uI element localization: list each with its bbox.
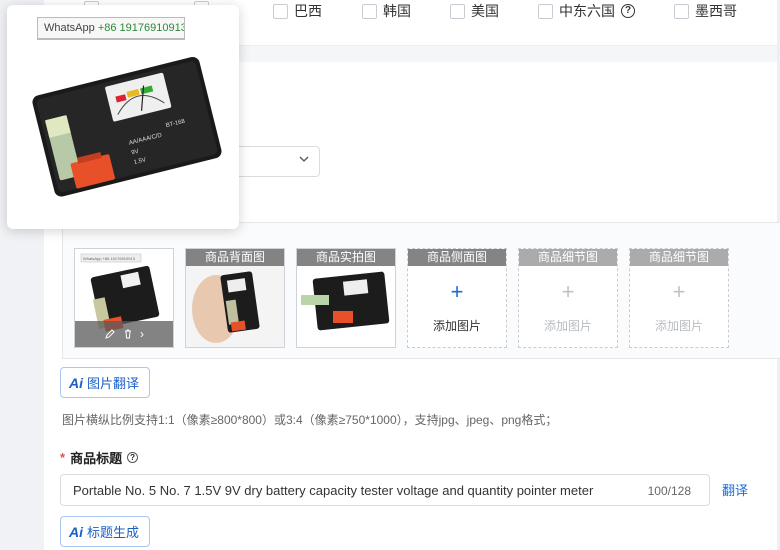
title-value[interactable]: Portable No. 5 No. 7 1.5V 9V dry battery… — [73, 483, 638, 498]
plus-icon: + — [450, 279, 464, 304]
image-preview-popup: WhatsApp +86 19176910913 BT-168 AA/AAA/C… — [7, 5, 239, 229]
plus-icon: + — [672, 279, 686, 304]
required-mark: * — [60, 450, 66, 465]
image-tile-detail-2[interactable]: 商品细节图 + 添加图片 — [629, 248, 729, 348]
char-count: 100/128 — [647, 484, 691, 498]
label-text: 商品标题 — [70, 451, 123, 466]
image-tile-side-upload[interactable]: 商品侧面图 + 添加图片 — [407, 248, 507, 348]
tile-label: 商品侧面图 — [408, 249, 506, 266]
checkbox[interactable] — [538, 3, 553, 19]
product-title-label: * 商品标题 ? — [60, 448, 139, 467]
country-label: 韩国 — [383, 3, 411, 19]
button-label: 标题生成 — [87, 525, 140, 540]
tile-label: 商品细节图 — [519, 249, 617, 266]
button-label: 图片翻译 — [87, 376, 140, 391]
chevron-down-icon — [299, 156, 309, 162]
image-translate-button[interactable]: Ai 图片翻译 — [60, 367, 151, 398]
image-controls: › — [75, 321, 173, 347]
add-image-text: 添加图片 — [432, 319, 481, 333]
country-option-middle-east[interactable]: 中东六国 ? — [538, 1, 635, 21]
country-label: 墨西哥 — [695, 3, 737, 19]
plus-icon: + — [561, 279, 575, 304]
help-icon[interactable]: ? — [127, 452, 139, 463]
title-generate-button[interactable]: Ai 标题生成 — [60, 516, 151, 547]
country-label: 巴西 — [294, 3, 322, 19]
checkbox[interactable] — [362, 3, 377, 19]
chevron-right-icon[interactable]: › — [140, 327, 144, 341]
help-icon[interactable]: ? — [621, 4, 635, 18]
ai-icon: Ai — [69, 374, 83, 391]
translate-link[interactable]: 翻译 — [722, 480, 748, 499]
add-image-text: 添加图片 — [654, 319, 703, 333]
product-image-gallery: WhatsApp +86 19176910913 › 商品背面图 商品实拍图 商… — [62, 222, 780, 359]
ai-icon: Ai — [69, 523, 83, 540]
image-tile-main[interactable]: WhatsApp +86 19176910913 › — [74, 248, 174, 348]
tile-label: 商品细节图 — [630, 249, 728, 266]
image-requirements-hint: 图片横纵比例支持1:1（像素≥800*800）或3:4（像素≥750*1000）… — [62, 413, 558, 427]
image-tile-back[interactable]: 商品背面图 — [185, 248, 285, 348]
image-tile-detail-1[interactable]: 商品细节图 + 添加图片 — [518, 248, 618, 348]
country-label: 中东六国 — [559, 3, 615, 19]
image-tile-real[interactable]: 商品实拍图 — [296, 248, 396, 348]
add-image-text: 添加图片 — [543, 319, 592, 333]
checkbox[interactable] — [674, 3, 689, 19]
svg-text:WhatsApp +86 19176910913: WhatsApp +86 19176910913 — [83, 256, 136, 261]
country-option-korea[interactable]: 韩国 — [362, 1, 411, 21]
edit-icon[interactable] — [104, 328, 116, 340]
tile-label: 商品背面图 — [186, 249, 284, 266]
product-title-input[interactable]: Portable No. 5 No. 7 1.5V 9V dry battery… — [60, 474, 710, 506]
country-label: 美国 — [471, 3, 499, 19]
country-option-mexico[interactable]: 墨西哥 — [674, 1, 737, 21]
country-option-brazil[interactable]: 巴西 — [273, 1, 322, 21]
battery-tester-preview-image: BT-168 AA/AAA/C/D 9V 1.5V — [32, 56, 222, 197]
checkbox[interactable] — [450, 3, 465, 19]
delete-icon[interactable] — [122, 328, 134, 340]
checkbox[interactable] — [273, 3, 288, 19]
select-dropdown[interactable] — [230, 146, 320, 177]
country-option-usa[interactable]: 美国 — [450, 1, 499, 21]
tile-label: 商品实拍图 — [297, 249, 395, 266]
